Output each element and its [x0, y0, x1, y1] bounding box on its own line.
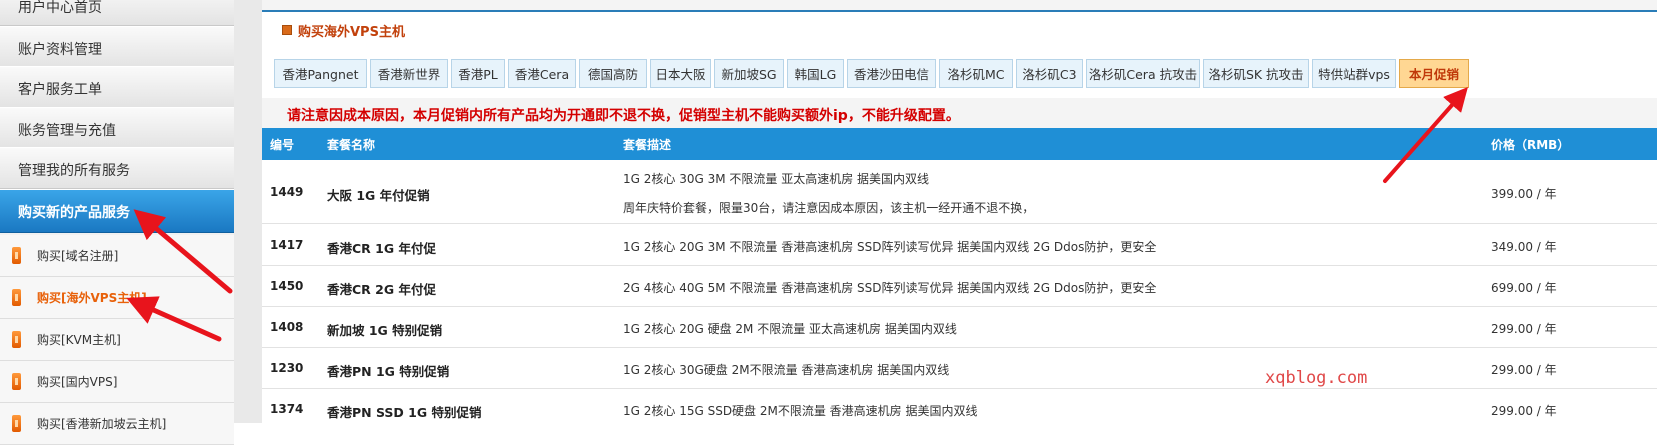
arrow-to-buy-new-icon: [133, 209, 233, 294]
annotation-arrows: [126, 87, 1468, 342]
arrow-to-monthly-promo-icon: [1383, 87, 1468, 183]
arrow-to-overseas-vps-icon: [126, 296, 222, 342]
